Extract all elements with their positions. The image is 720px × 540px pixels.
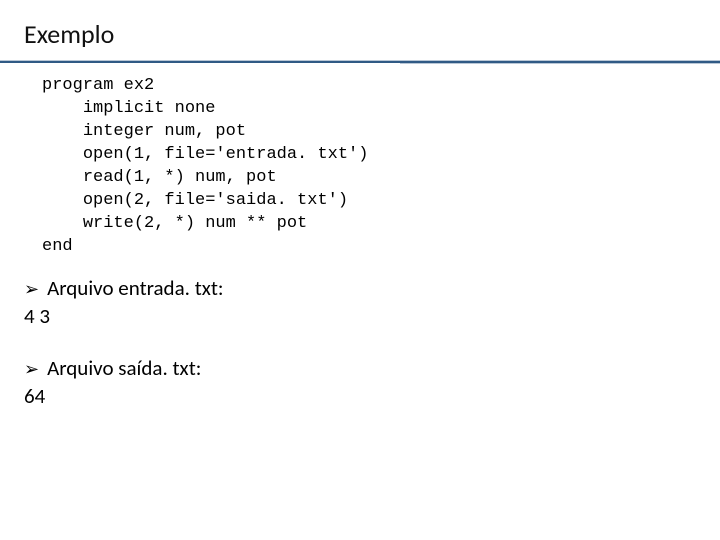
code-line: program ex2 — [42, 76, 154, 95]
bullet-entrada: ➢ Arquivo entrada. txt: — [24, 275, 696, 301]
code-line: write(2, *) num ** pot — [83, 214, 307, 233]
code-line: open(2, file='saida. txt') — [83, 191, 348, 210]
code-line: read(1, *) num, pot — [83, 168, 277, 187]
entrada-content: 4 3 — [24, 303, 696, 329]
bullet-text: Arquivo entrada. txt: — [47, 275, 223, 301]
slide-title: Exemplo — [24, 18, 696, 50]
code-line: implicit none — [83, 99, 216, 118]
divider — [0, 60, 720, 63]
saida-content: 64 — [24, 383, 696, 409]
chevron-right-icon: ➢ — [24, 358, 39, 380]
chevron-right-icon: ➢ — [24, 278, 39, 300]
code-line: integer num, pot — [83, 122, 246, 141]
bullet-saida: ➢ Arquivo saída. txt: — [24, 355, 696, 381]
code-line: end — [42, 237, 73, 256]
bullet-text: Arquivo saída. txt: — [47, 355, 201, 381]
code-block: program ex2 implicit none integer num, p… — [42, 75, 696, 259]
code-line: open(1, file='entrada. txt') — [83, 145, 369, 164]
